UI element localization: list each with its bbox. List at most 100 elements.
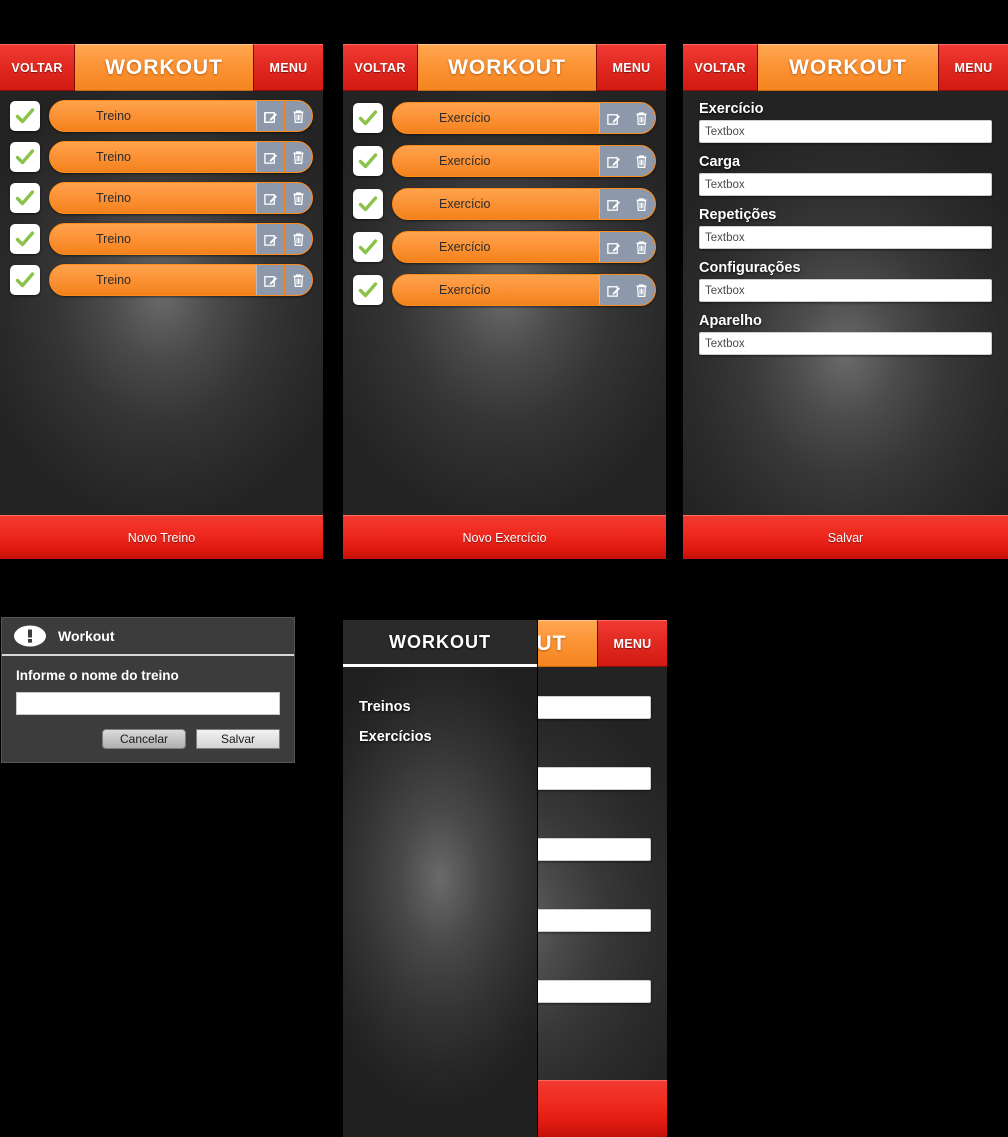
checkbox-checked[interactable]: [10, 265, 40, 295]
list-item-body[interactable]: Treino: [49, 141, 313, 173]
check-icon: [15, 231, 35, 247]
list-item-body[interactable]: Treino: [49, 223, 313, 255]
checkbox-checked[interactable]: [353, 189, 383, 219]
trash-icon: [636, 111, 647, 125]
carga-input[interactable]: Textbox: [699, 173, 992, 196]
configuracoes-input[interactable]: Textbox: [699, 279, 992, 302]
page-title: WORKOUT: [758, 44, 938, 91]
save-button[interactable]: Salvar: [196, 729, 280, 749]
delete-button[interactable]: [627, 103, 655, 133]
delete-button[interactable]: [627, 189, 655, 219]
checkbox-checked[interactable]: [353, 103, 383, 133]
list-item-body[interactable]: Exercício: [392, 188, 656, 220]
edit-icon: [607, 242, 621, 254]
navigation-drawer: WORKOUT Treinos Exercícios: [343, 620, 538, 1137]
trash-icon: [636, 154, 647, 168]
cancel-button[interactable]: Cancelar: [102, 729, 186, 749]
checkbox-checked[interactable]: [10, 101, 40, 131]
edit-button[interactable]: [599, 189, 627, 219]
check-icon: [358, 153, 378, 169]
exercicio-input[interactable]: Textbox: [699, 120, 992, 143]
list-item-body[interactable]: Treino: [49, 264, 313, 296]
delete-button[interactable]: [284, 142, 312, 172]
exercises-list-body: Exercício Exercício Exercício Exercício …: [343, 91, 666, 515]
drawer-menu: Treinos Exercícios: [343, 667, 537, 745]
screen-exercise-form: VOLTAR WORKOUT MENU Exercício Textbox Ca…: [683, 44, 1008, 559]
edit-button[interactable]: [599, 146, 627, 176]
list-item-body[interactable]: Exercício: [392, 274, 656, 306]
delete-button[interactable]: [284, 224, 312, 254]
list-item[interactable]: Exercício: [353, 273, 656, 307]
field-label-aparelho: Aparelho: [699, 313, 762, 329]
edit-icon: [607, 156, 621, 168]
drawer-title: WORKOUT: [389, 631, 491, 652]
edit-button[interactable]: [256, 142, 284, 172]
delete-button[interactable]: [627, 232, 655, 262]
delete-button[interactable]: [627, 275, 655, 305]
drawer-item-exercicios[interactable]: Exercícios: [359, 729, 521, 745]
list-item[interactable]: Exercício: [353, 187, 656, 221]
list-item-body[interactable]: Exercício: [392, 102, 656, 134]
list-item-body[interactable]: Treino: [49, 182, 313, 214]
repeticoes-input[interactable]: Textbox: [699, 226, 992, 249]
edit-button[interactable]: [599, 232, 627, 262]
check-icon: [15, 190, 35, 206]
top-bar: VOLTAR WORKOUT MENU: [0, 44, 323, 91]
workout-name-input[interactable]: [16, 692, 280, 715]
list-item[interactable]: Treino: [10, 181, 313, 215]
edit-button[interactable]: [256, 224, 284, 254]
new-exercise-button[interactable]: Novo Exercício: [343, 515, 666, 559]
checkbox-checked[interactable]: [353, 275, 383, 305]
list-item[interactable]: Treino: [10, 140, 313, 174]
drawer-item-treinos[interactable]: Treinos: [359, 699, 521, 715]
back-button[interactable]: VOLTAR: [683, 44, 758, 91]
list-item-label: Exercício: [439, 240, 491, 254]
list-item[interactable]: Exercício: [353, 230, 656, 264]
delete-button[interactable]: [284, 183, 312, 213]
trash-icon: [636, 240, 647, 254]
back-button[interactable]: VOLTAR: [0, 44, 75, 91]
check-icon: [358, 110, 378, 126]
checkbox-checked[interactable]: [10, 224, 40, 254]
edit-icon: [607, 199, 621, 211]
list-item[interactable]: Treino: [10, 99, 313, 133]
menu-button[interactable]: MENU: [253, 44, 323, 91]
list-item-body[interactable]: Exercício: [392, 145, 656, 177]
delete-button[interactable]: [284, 265, 312, 295]
list-item-body[interactable]: Exercício: [392, 231, 656, 263]
menu-button[interactable]: MENU: [938, 44, 1008, 91]
check-icon: [15, 272, 35, 288]
field-label-carga: Carga: [699, 154, 741, 170]
new-workout-button[interactable]: Novo Treino: [0, 515, 323, 559]
edit-button[interactable]: [256, 183, 284, 213]
trash-icon: [293, 150, 304, 164]
menu-button[interactable]: MENU: [596, 44, 666, 91]
checkbox-checked[interactable]: [10, 142, 40, 172]
list-item[interactable]: Exercício: [353, 101, 656, 135]
list-item-label: Exercício: [439, 283, 491, 297]
list-item[interactable]: Exercício: [353, 144, 656, 178]
aparelho-input[interactable]: Textbox: [699, 332, 992, 355]
edit-icon: [264, 275, 278, 287]
menu-button[interactable]: MENU: [597, 620, 667, 667]
back-button[interactable]: VOLTAR: [343, 44, 418, 91]
edit-button[interactable]: [256, 265, 284, 295]
trash-icon: [293, 109, 304, 123]
checkbox-checked[interactable]: [353, 232, 383, 262]
edit-button[interactable]: [256, 101, 284, 131]
workouts-list-body: Treino Treino Treino Treino Treino: [0, 91, 323, 515]
list-item[interactable]: Treino: [10, 222, 313, 256]
screen-menu-drawer: VOLTAR WORKOUT MENU Exercício Carga Repe…: [343, 620, 667, 1137]
checkbox-checked[interactable]: [353, 146, 383, 176]
delete-button[interactable]: [627, 146, 655, 176]
field-label-configuracoes: Configurações: [699, 260, 801, 276]
delete-button[interactable]: [284, 101, 312, 131]
check-icon: [15, 149, 35, 165]
exercises-list: Exercício Exercício Exercício Exercício …: [343, 91, 666, 307]
list-item[interactable]: Treino: [10, 263, 313, 297]
save-button[interactable]: Salvar: [683, 515, 1008, 559]
checkbox-checked[interactable]: [10, 183, 40, 213]
edit-button[interactable]: [599, 103, 627, 133]
edit-button[interactable]: [599, 275, 627, 305]
list-item-body[interactable]: Treino: [49, 100, 313, 132]
